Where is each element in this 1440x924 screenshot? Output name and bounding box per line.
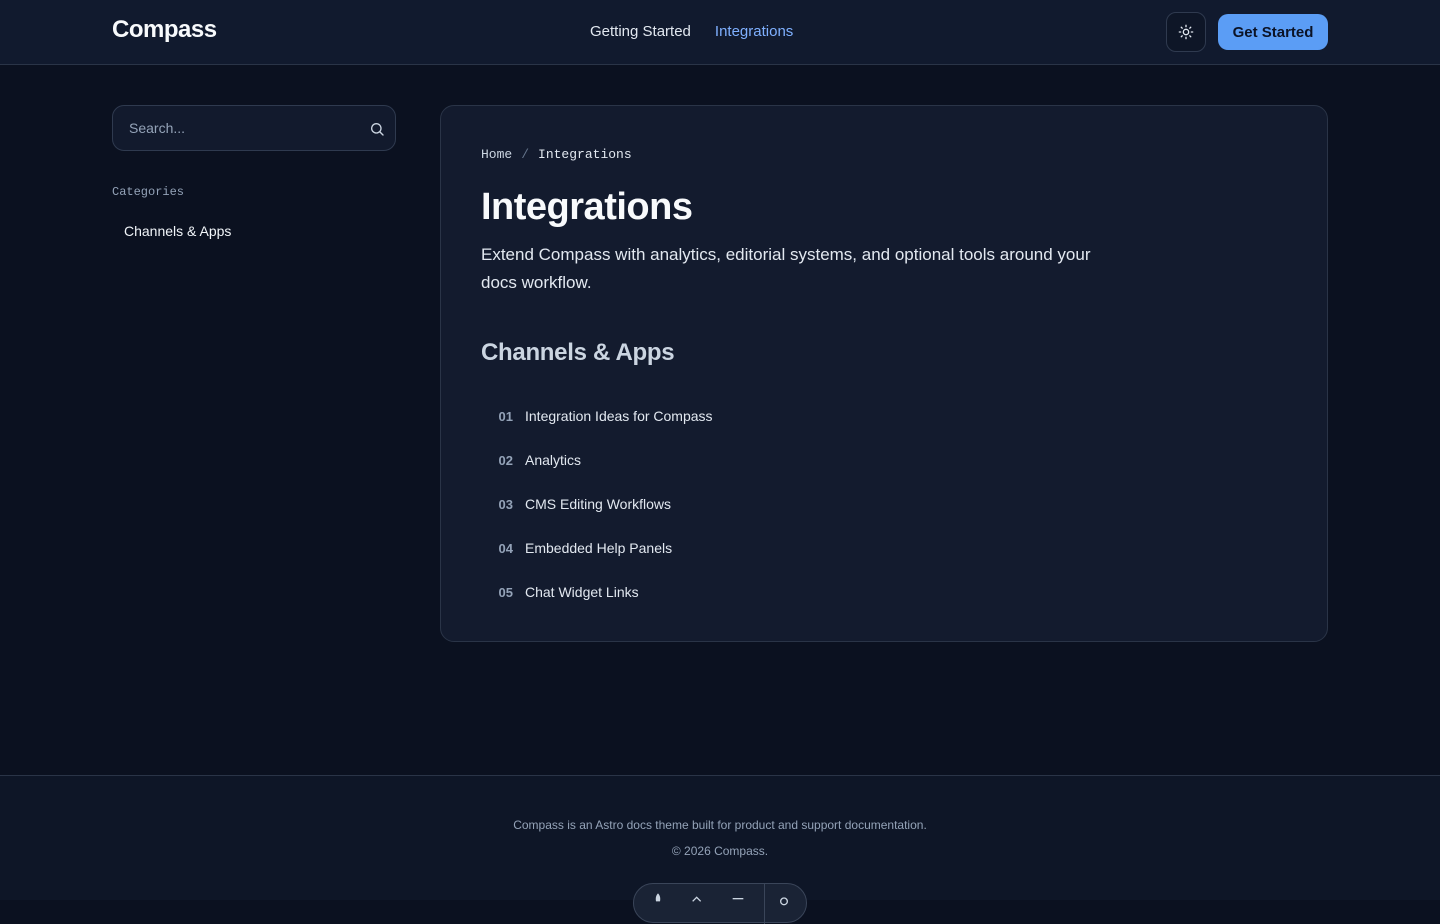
inspect-icon[interactable] [690,892,706,908]
categories-label: Categories [112,185,185,199]
nav-getting-started[interactable]: Getting Started [590,23,691,40]
list-item-label[interactable]: CMS Editing Workflows [525,496,671,512]
list-item[interactable]: 03 CMS Editing Workflows [481,482,1081,526]
menu-icon[interactable] [730,892,746,908]
footer-copyright: © 2026 Compass. [671,844,769,858]
list-item-label[interactable]: Embedded Help Panels [525,540,672,556]
search-box [112,105,396,151]
dev-toolbar [633,883,807,924]
get-started-button[interactable]: Get Started [1218,14,1328,50]
content-card: Home / Integrations Integrations Extend … [440,105,1328,642]
list-item-number: 01 [498,408,513,424]
site-header: Compass Getting Started Integrations Get… [0,0,1440,65]
list-item-number: 03 [498,496,513,512]
section-title: Channels & Apps [481,339,675,366]
sidebar-item-channels-apps[interactable]: Channels & Apps [124,223,231,239]
list-item[interactable]: 05 Chat Widget Links [481,570,1081,614]
gear-icon[interactable] [776,892,792,908]
breadcrumb-home[interactable]: Home [481,147,512,162]
list-item-label[interactable]: Chat Widget Links [525,584,639,600]
list-item-number: 02 [498,452,513,468]
list-item-number: 05 [498,584,513,600]
main-nav: Getting Started Integrations [590,23,793,40]
article-list: 01 Integration Ideas for Compass 02 Anal… [481,394,1081,614]
list-item-label[interactable]: Analytics [525,452,581,468]
list-item-number: 04 [498,540,513,556]
list-item[interactable]: 04 Embedded Help Panels [481,526,1081,570]
site-logo[interactable]: Compass [112,16,217,44]
breadcrumb-separator: / [521,147,530,162]
page-title: Integrations [481,186,693,228]
search-icon[interactable] [369,121,385,137]
breadcrumb: Home / Integrations [481,147,632,162]
rocket-icon[interactable] [650,892,666,908]
sun-icon [1178,24,1194,40]
footer-description: Compass is an Astro docs theme built for… [513,818,927,832]
toolbar-divider [764,884,765,924]
page-lead: Extend Compass with analytics, editorial… [481,245,1091,292]
list-item[interactable]: 02 Analytics [481,438,1081,482]
nav-integrations[interactable]: Integrations [715,23,793,40]
search-input[interactable] [129,106,359,150]
site-footer: Compass is an Astro docs theme built for… [0,775,1440,924]
breadcrumb-current: Integrations [538,147,632,162]
list-item-label[interactable]: Integration Ideas for Compass [525,408,713,424]
list-item[interactable]: 01 Integration Ideas for Compass [481,394,1081,438]
theme-toggle-button[interactable] [1166,12,1206,52]
